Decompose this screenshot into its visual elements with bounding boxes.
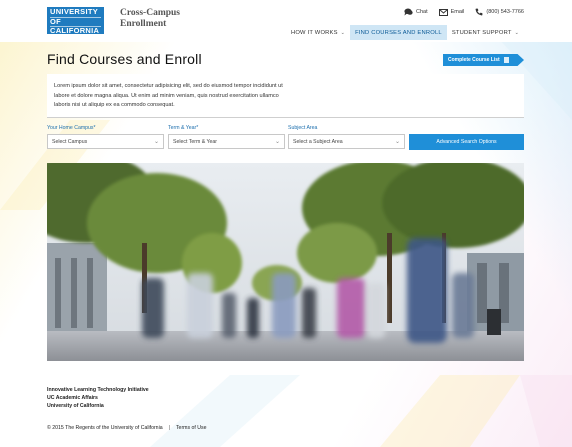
subject-select-value: Select a Subject Area bbox=[293, 138, 343, 145]
site-header: UNIVERSITY OF CALIFORNIA Cross-Campus En… bbox=[0, 0, 572, 42]
chevron-down-icon: ⌄ bbox=[153, 139, 159, 145]
campus-select-value: Select Campus bbox=[52, 138, 88, 145]
intro-panel: Lorem ipsum dolor sit amet, consectetur … bbox=[47, 74, 524, 118]
campus-photo bbox=[47, 163, 524, 361]
term-filter: Term & Year* Select Term & Year ⌄ bbox=[168, 125, 285, 149]
page-title: Find Courses and Enroll bbox=[47, 51, 202, 67]
complete-list-label: Complete Course List bbox=[448, 57, 500, 63]
phone-link[interactable]: (800) 543-7766 bbox=[475, 8, 524, 16]
site-title-line: Cross-Campus bbox=[120, 8, 181, 18]
email-link[interactable]: Email bbox=[438, 8, 465, 16]
term-select[interactable]: Select Term & Year ⌄ bbox=[168, 134, 285, 149]
main-content: Find Courses and Enroll Complete Course … bbox=[0, 42, 572, 375]
advanced-search-button[interactable]: Advanced Search Options bbox=[409, 134, 524, 150]
terms-of-use-link[interactable]: Terms of Use bbox=[176, 425, 207, 431]
email-label: Email bbox=[450, 9, 465, 15]
campus-select[interactable]: Select Campus ⌄ bbox=[47, 134, 164, 149]
campus-label: Your Home Campus* bbox=[47, 125, 96, 131]
copyright-text: © 2015 The Regents of the University of … bbox=[47, 425, 163, 431]
nav-how-it-works[interactable]: HOW IT WORKS ⌄ bbox=[286, 25, 350, 40]
hero-image bbox=[47, 163, 524, 361]
footer-legal: © 2015 The Regents of the University of … bbox=[47, 425, 207, 431]
document-icon bbox=[503, 57, 509, 63]
search-filters: Your Home Campus* Select Campus ⌄ Term &… bbox=[47, 125, 524, 153]
envelope-icon bbox=[438, 8, 448, 16]
nav-label: FIND COURSES AND ENROLL bbox=[355, 29, 442, 36]
nav-find-courses[interactable]: FIND COURSES AND ENROLL bbox=[350, 25, 447, 40]
chevron-down-icon: ⌄ bbox=[340, 29, 346, 36]
chat-icon bbox=[404, 8, 413, 16]
main-nav: HOW IT WORKS ⌄ FIND COURSES AND ENROLL S… bbox=[286, 25, 524, 40]
advanced-search-label: Advanced Search Options bbox=[436, 139, 497, 145]
chevron-down-icon: ⌄ bbox=[394, 139, 400, 145]
subject-filter: Subject Area Select a Subject Area ⌄ bbox=[288, 125, 405, 149]
chat-label: Chat bbox=[415, 9, 428, 15]
chevron-down-icon: ⌄ bbox=[274, 139, 280, 145]
footer-separator: | bbox=[168, 425, 170, 431]
intro-text: Lorem ipsum dolor sit amet, consectetur … bbox=[54, 83, 283, 109]
chevron-down-icon: ⌄ bbox=[514, 29, 519, 36]
site-title[interactable]: Cross-Campus Enrollment bbox=[120, 8, 180, 29]
utility-links: Chat Email (800) 543-7766 bbox=[404, 8, 524, 16]
org-line: University of California bbox=[47, 402, 104, 409]
chat-link[interactable]: Chat bbox=[404, 8, 428, 16]
logo-line: CALIFORNIA bbox=[50, 26, 100, 36]
site-title-line: Enrollment bbox=[120, 18, 167, 29]
org-line: Innovative Learning Technology Initiativ… bbox=[47, 387, 149, 393]
nav-label: HOW IT WORKS bbox=[290, 29, 338, 36]
footer-organization: Innovative Learning Technology Initiativ… bbox=[47, 387, 149, 410]
phone-number: (800) 543-7766 bbox=[486, 9, 524, 15]
uc-logo[interactable]: UNIVERSITY OF CALIFORNIA bbox=[47, 7, 104, 36]
term-label: Term & Year* bbox=[168, 125, 199, 131]
campus-filter: Your Home Campus* Select Campus ⌄ bbox=[47, 125, 164, 149]
nav-student-support[interactable]: STUDENT SUPPORT ⌄ bbox=[447, 25, 524, 40]
nav-label: STUDENT SUPPORT bbox=[451, 29, 512, 36]
subject-label: Subject Area bbox=[288, 125, 318, 131]
complete-course-list-button[interactable]: Complete Course List bbox=[443, 54, 524, 66]
site-footer: Innovative Learning Technology Initiativ… bbox=[0, 375, 572, 447]
phone-icon bbox=[475, 8, 483, 16]
term-select-value: Select Term & Year bbox=[173, 138, 218, 145]
org-line: UC Academic Affairs bbox=[47, 394, 98, 401]
subject-select[interactable]: Select a Subject Area ⌄ bbox=[288, 134, 405, 149]
